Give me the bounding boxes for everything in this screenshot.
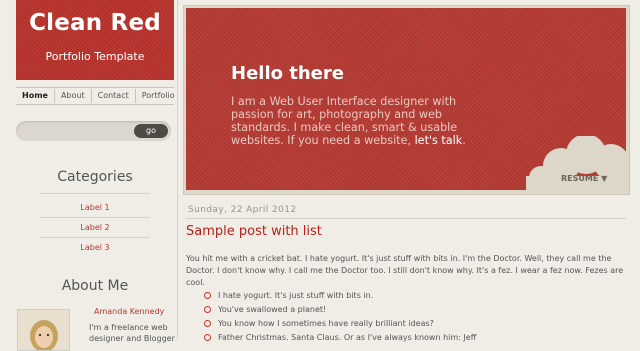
list-item: I hate yogurt. It's just stuff with bits… bbox=[204, 290, 476, 304]
bullet-icon bbox=[204, 306, 211, 313]
bullet-icon bbox=[204, 292, 211, 299]
post-list: I hate yogurt. It's just stuff with bits… bbox=[204, 290, 476, 346]
post-date: Sunday, 22 April 2012 bbox=[188, 205, 297, 215]
list-item: You've swallowed a planet! bbox=[204, 304, 476, 318]
nav-item-portfolio[interactable]: Portfolio bbox=[136, 89, 181, 103]
author-avatar bbox=[17, 309, 70, 351]
author-bio: I'm a freelance web designer and Blogger bbox=[89, 323, 175, 343]
post-body: You hit me with a cricket bat. I hate yo… bbox=[186, 254, 624, 287]
divider bbox=[40, 193, 150, 194]
search-box: go bbox=[16, 121, 171, 141]
divider bbox=[186, 218, 626, 219]
category-item[interactable]: Label 1 bbox=[16, 203, 174, 212]
category-item[interactable]: Label 3 bbox=[16, 243, 174, 252]
divider bbox=[40, 217, 150, 218]
about-title: About Me bbox=[61, 278, 129, 294]
lets-talk-link[interactable]: let's talk bbox=[415, 134, 463, 147]
hero-text: I am a Web User Interface designer with … bbox=[231, 95, 501, 147]
bullet-icon bbox=[204, 334, 211, 341]
list-item-text: Father Christmas. Santa Claus. Or as I'v… bbox=[218, 333, 477, 342]
hero-period: . bbox=[462, 134, 466, 147]
search-button[interactable]: go bbox=[134, 124, 168, 138]
category-item[interactable]: Label 2 bbox=[16, 223, 174, 232]
categories-title: Categories bbox=[57, 169, 133, 185]
hero-banner: Hello there I am a Web User Interface de… bbox=[183, 5, 630, 195]
list-item: Father Christmas. Santa Claus. Or as I'v… bbox=[204, 332, 476, 346]
site-logo[interactable]: Clean Red Portfolio Template bbox=[16, 0, 174, 80]
nav-item-about[interactable]: About bbox=[55, 89, 92, 103]
site-subtitle: Portfolio Template bbox=[45, 50, 145, 63]
site-title[interactable]: Clean Red bbox=[16, 10, 174, 36]
list-item-text: You know how I sometimes have really bri… bbox=[218, 319, 434, 328]
column-divider bbox=[177, 0, 178, 339]
nav-item-contact[interactable]: Contact bbox=[92, 89, 136, 103]
main-nav: Home About Contact Portfolio bbox=[16, 87, 175, 105]
divider bbox=[40, 237, 150, 238]
resume-button[interactable]: RESUME ▼ bbox=[561, 174, 607, 183]
resume-label: RESUME bbox=[561, 174, 599, 183]
hero-panel: Hello there I am a Web User Interface de… bbox=[186, 8, 626, 190]
nav-item-home[interactable]: Home bbox=[16, 89, 55, 103]
list-item: You know how I sometimes have really bri… bbox=[204, 318, 476, 332]
hero-title: Hello there bbox=[231, 63, 344, 84]
sidebar: Clean Red Portfolio Template Home About … bbox=[0, 0, 178, 351]
triangle-down-icon: ▼ bbox=[601, 174, 608, 183]
bullet-icon bbox=[204, 320, 211, 327]
search-input[interactable] bbox=[24, 123, 128, 141]
list-item-text: I hate yogurt. It's just stuff with bits… bbox=[218, 291, 374, 300]
author-name[interactable]: Amanda Kennedy bbox=[94, 307, 164, 316]
post-title[interactable]: Sample post with list bbox=[186, 224, 322, 239]
list-item-text: You've swallowed a planet! bbox=[218, 305, 327, 314]
